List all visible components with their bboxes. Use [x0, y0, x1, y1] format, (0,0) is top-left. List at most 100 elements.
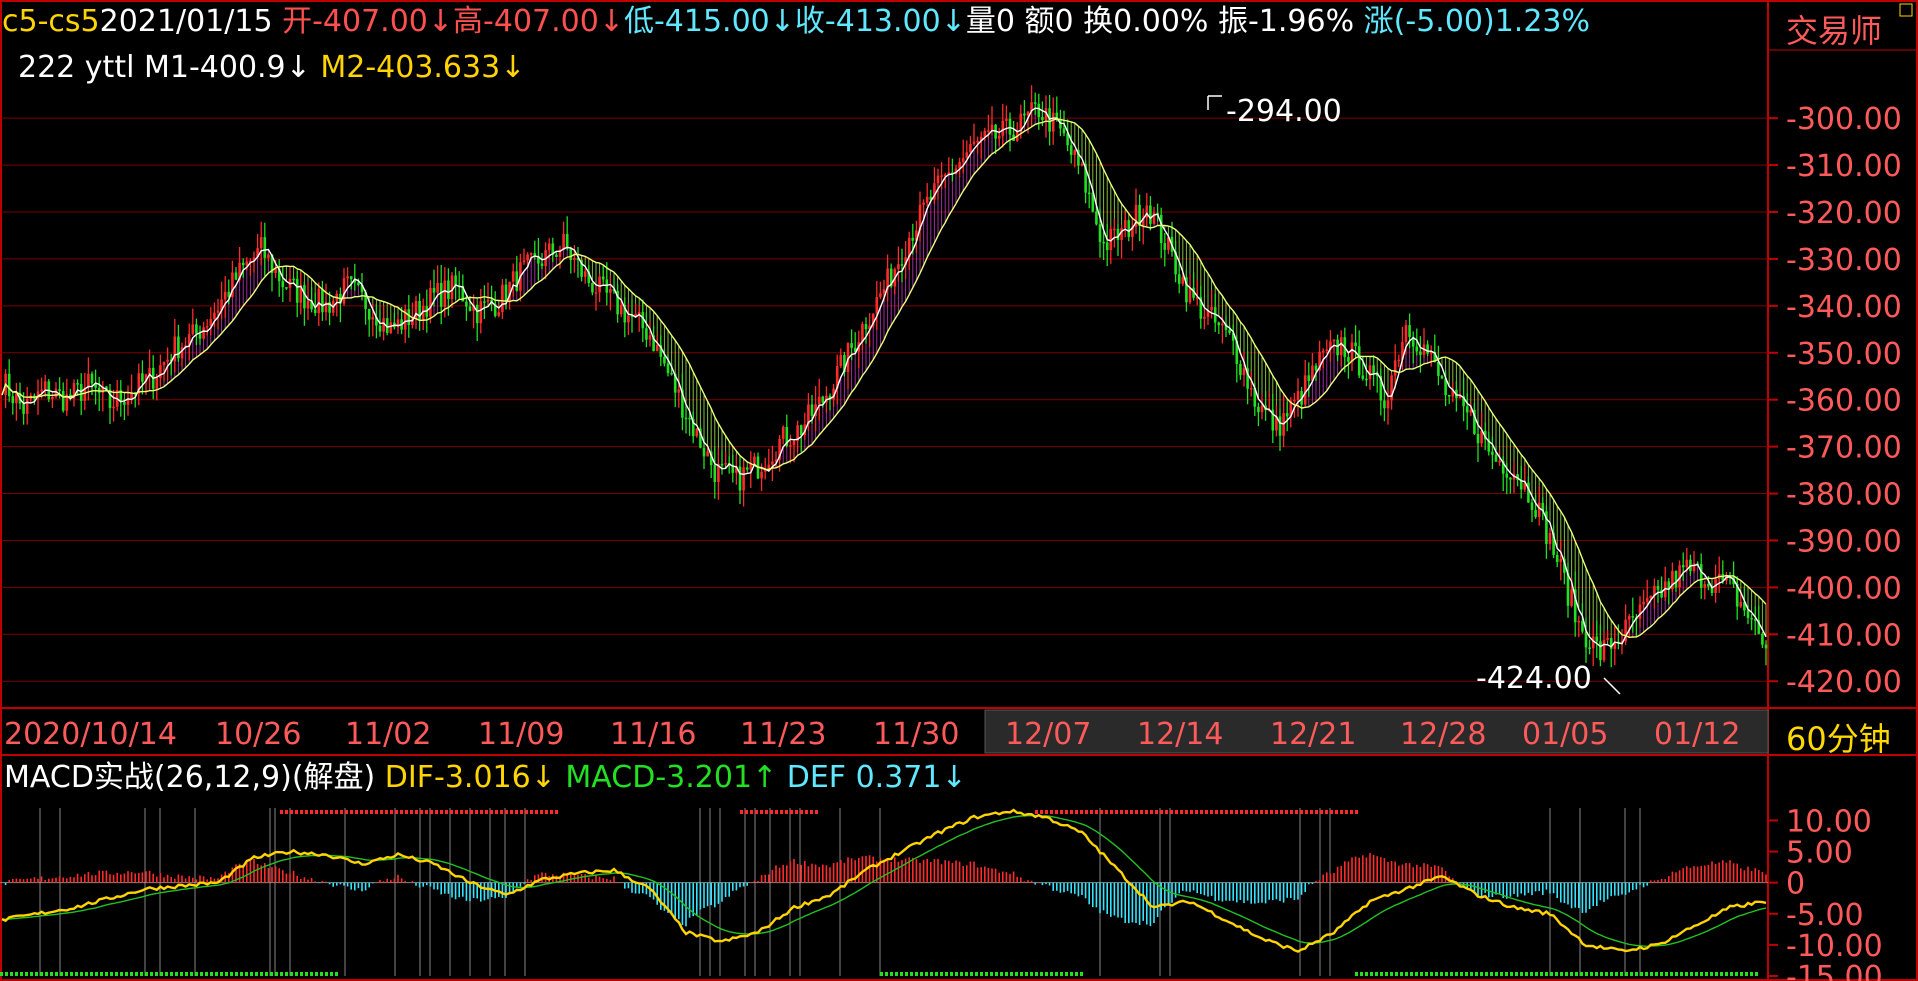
price-change: 涨(-5.00)1.23% — [1363, 4, 1591, 39]
x-tick-label: 12/07 — [1005, 717, 1091, 752]
candle-body — [202, 327, 205, 339]
candle-body — [1505, 473, 1509, 478]
candle-body — [789, 445, 792, 447]
candle-body — [1260, 405, 1264, 413]
candle-body — [436, 283, 439, 293]
candle-body — [1440, 375, 1444, 379]
candle-body — [547, 243, 551, 251]
candle-body — [540, 263, 544, 267]
candle-body — [313, 309, 317, 314]
candle-body — [555, 254, 558, 258]
candle-body — [1073, 149, 1077, 155]
macd-tick-label: -5.00 — [1786, 898, 1864, 933]
candle-body — [25, 398, 29, 414]
quote-header: c5-cs52021/01/15 开-407.00↓高-407.00↓低-415… — [2, 4, 1590, 40]
x-tick-label: 11/30 — [873, 717, 959, 752]
candle-body — [1408, 325, 1411, 338]
candle-body — [479, 301, 483, 324]
candle-body — [1008, 118, 1012, 135]
candle-body — [1001, 120, 1005, 136]
candle-body — [1188, 287, 1192, 303]
candle-body — [1095, 211, 1098, 225]
candle-body — [1631, 616, 1635, 618]
candle-body — [162, 361, 166, 366]
candle-body — [1703, 583, 1707, 588]
candle-body — [936, 175, 940, 184]
candle-body — [1181, 277, 1185, 284]
volume: 量0 — [965, 4, 1015, 39]
candle-body — [1739, 602, 1743, 607]
candle-body — [1285, 413, 1289, 417]
candle-body — [166, 359, 169, 362]
candle-body — [1149, 205, 1152, 224]
candle-body — [1332, 339, 1336, 342]
candle-body — [1347, 357, 1350, 362]
candle-body — [195, 324, 198, 334]
m1-value: M1-400.9↓ — [143, 50, 311, 85]
candle-body — [306, 300, 310, 309]
candle-body — [191, 324, 195, 335]
candle-body — [1606, 637, 1609, 640]
candle-body — [1210, 307, 1213, 310]
candle-body — [1368, 365, 1372, 380]
candle-body — [1296, 391, 1300, 400]
candle-body — [515, 271, 519, 291]
candle-body — [565, 233, 569, 249]
indicator-name[interactable]: 222 yttl — [18, 50, 134, 85]
candle-body — [1023, 113, 1026, 116]
candle-body — [684, 417, 688, 420]
candle-body — [522, 260, 526, 263]
candle-body — [526, 254, 529, 261]
macd-value: MACD-3.201↑ — [565, 760, 778, 795]
candle-body — [875, 297, 879, 314]
candle-body — [573, 257, 576, 260]
x-tick-label: 11/23 — [740, 717, 826, 752]
candle-body — [619, 304, 623, 315]
candle-body — [349, 276, 353, 280]
candle-body — [1105, 242, 1109, 251]
candle-body — [745, 467, 749, 470]
candle-body — [1437, 361, 1440, 376]
candle-body — [983, 130, 987, 137]
x-tick-label: 11/16 — [610, 717, 696, 752]
candle-body — [605, 279, 609, 293]
candle-body — [1383, 400, 1386, 409]
candle-body — [1386, 400, 1390, 409]
candle-body — [1627, 616, 1631, 620]
candle-body — [781, 427, 785, 439]
symbol[interactable]: c5-cs5 — [2, 4, 100, 39]
y-tick-label: -350.00 — [1786, 337, 1902, 372]
candle-body — [447, 280, 450, 299]
candle-body — [475, 304, 479, 324]
high-price: 高-407.00↓ — [453, 4, 624, 39]
candle-body — [1239, 364, 1242, 375]
candle-body — [1293, 399, 1296, 402]
candle-body — [1217, 322, 1221, 326]
candle-body — [1005, 118, 1008, 121]
candle-body — [897, 264, 900, 270]
period-selector[interactable]: 60分钟 — [1786, 714, 1891, 760]
macd-title[interactable]: MACD实战(26,12,9)(解盘) — [4, 760, 375, 795]
candle-body — [292, 278, 295, 281]
candle-body — [501, 284, 504, 313]
candle-body — [940, 175, 943, 177]
candle-body — [1588, 647, 1591, 649]
candle-body — [90, 373, 94, 384]
x-tick-label: 11/09 — [478, 717, 564, 752]
candle-body — [688, 417, 691, 420]
candle-body — [1404, 325, 1408, 343]
candle-body — [695, 428, 699, 437]
macd-tick-label: -10.00 — [1786, 929, 1883, 964]
candle-body — [1314, 365, 1318, 371]
candle-body — [1415, 346, 1419, 352]
candle-body — [1548, 532, 1552, 544]
x-tick-label: 12/14 — [1137, 717, 1223, 752]
candle-body — [594, 292, 598, 294]
candle-body — [1447, 395, 1451, 397]
m2-value: M2-403.633↓ — [320, 50, 526, 85]
candle-body — [123, 402, 126, 405]
candle-body — [1638, 604, 1642, 619]
candle-body — [1393, 360, 1397, 376]
candle-body — [7, 373, 11, 397]
quote-date: 2021/01/15 — [99, 4, 273, 39]
